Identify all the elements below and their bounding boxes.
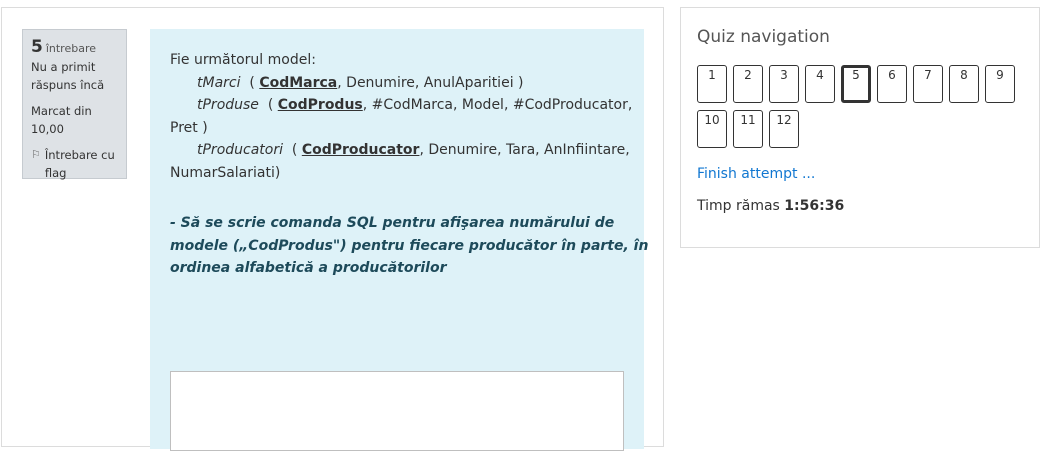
primary-key: CodMarca xyxy=(259,74,338,91)
table-columns: , Denumire, AnulAparitiei ) xyxy=(337,74,524,91)
nav-question-button[interactable]: 8 xyxy=(949,65,979,103)
task-line: ordinea alfabetică a producătorilor xyxy=(170,260,447,276)
question-grade: Marcat din 10,00 xyxy=(31,104,92,136)
nav-question-button[interactable]: 12 xyxy=(769,110,799,148)
table-def-producatori: tProducatori ( CodProducator, Denumire, … xyxy=(197,142,630,158)
table-name: tProduse xyxy=(197,97,259,113)
nav-question-button[interactable]: 11 xyxy=(733,110,763,148)
flag-question-button[interactable]: ⚐ Întrebare cu flag xyxy=(31,146,118,182)
task-line: modele („CodProdus") pentru fiecare prod… xyxy=(170,237,649,254)
question-content: Fie următorul model: tMarci ( CodMarca, … xyxy=(150,29,649,451)
table-name: tMarci xyxy=(197,74,241,91)
question-state: Nu a primit răspuns încă xyxy=(31,60,105,92)
nav-question-button[interactable]: 1 xyxy=(697,65,727,103)
nav-question-button[interactable]: 6 xyxy=(877,65,907,103)
flag-label[interactable]: Întrebare cu flag xyxy=(45,146,118,182)
time-remaining: Timp rămas 1:56:36 xyxy=(697,198,1023,214)
finish-attempt-link[interactable]: Finish attempt ... xyxy=(697,166,1023,182)
quiz-navigation-title: Quiz navigation xyxy=(697,27,830,47)
primary-key: CodProducator xyxy=(301,142,420,158)
table-def-marci: tMarci ( CodMarca, Denumire, AnulApariti… xyxy=(197,74,524,91)
question-number: 5 xyxy=(31,37,43,57)
timer-label: Timp rămas xyxy=(697,198,780,214)
nav-question-button-current[interactable]: 5 xyxy=(841,65,871,103)
nav-question-button[interactable]: 7 xyxy=(913,65,943,103)
nav-question-button[interactable]: 9 xyxy=(985,65,1015,103)
table-columns: , Denumire, Tara, AnInfiintare, xyxy=(419,142,630,158)
table-columns: , #CodMarca, Model, #CodProducator, xyxy=(362,97,633,113)
table-def-producatori-cont: NumarSalariati) xyxy=(170,164,281,181)
task-line: - Să se scrie comanda SQL pentru afişare… xyxy=(170,215,615,231)
nav-question-button[interactable]: 2 xyxy=(733,65,763,103)
timer-value: 1:56:36 xyxy=(784,198,845,214)
nav-question-button[interactable]: 3 xyxy=(769,65,799,103)
answer-textarea[interactable] xyxy=(170,371,624,451)
question-word: întrebare xyxy=(45,42,97,55)
quiz-navigation-buttons: 1 2 3 4 5 6 7 8 9 10 11 12 xyxy=(697,65,1022,148)
nav-question-button[interactable]: 4 xyxy=(805,65,835,103)
question-intro: Fie următorul model: xyxy=(170,52,316,68)
table-name: tProducatori xyxy=(197,142,283,158)
task-text: - Să se scrie comanda SQL pentru afişare… xyxy=(170,212,649,280)
table-def-produse-cont: Pret ) xyxy=(170,119,208,136)
nav-question-button[interactable]: 10 xyxy=(697,110,727,148)
flag-icon[interactable]: ⚐ xyxy=(31,146,41,182)
question-number-row: 5 întrebare xyxy=(31,38,118,58)
primary-key: CodProdus xyxy=(277,97,363,113)
quiz-navigation-panel: Quiz navigation 1 2 3 4 5 6 7 8 9 10 11 … xyxy=(680,7,1040,248)
table-def-produse: tProduse ( CodProdus, #CodMarca, Model, … xyxy=(197,97,633,113)
question-info: 5 întrebare Nu a primit răspuns încă Mar… xyxy=(22,29,127,182)
